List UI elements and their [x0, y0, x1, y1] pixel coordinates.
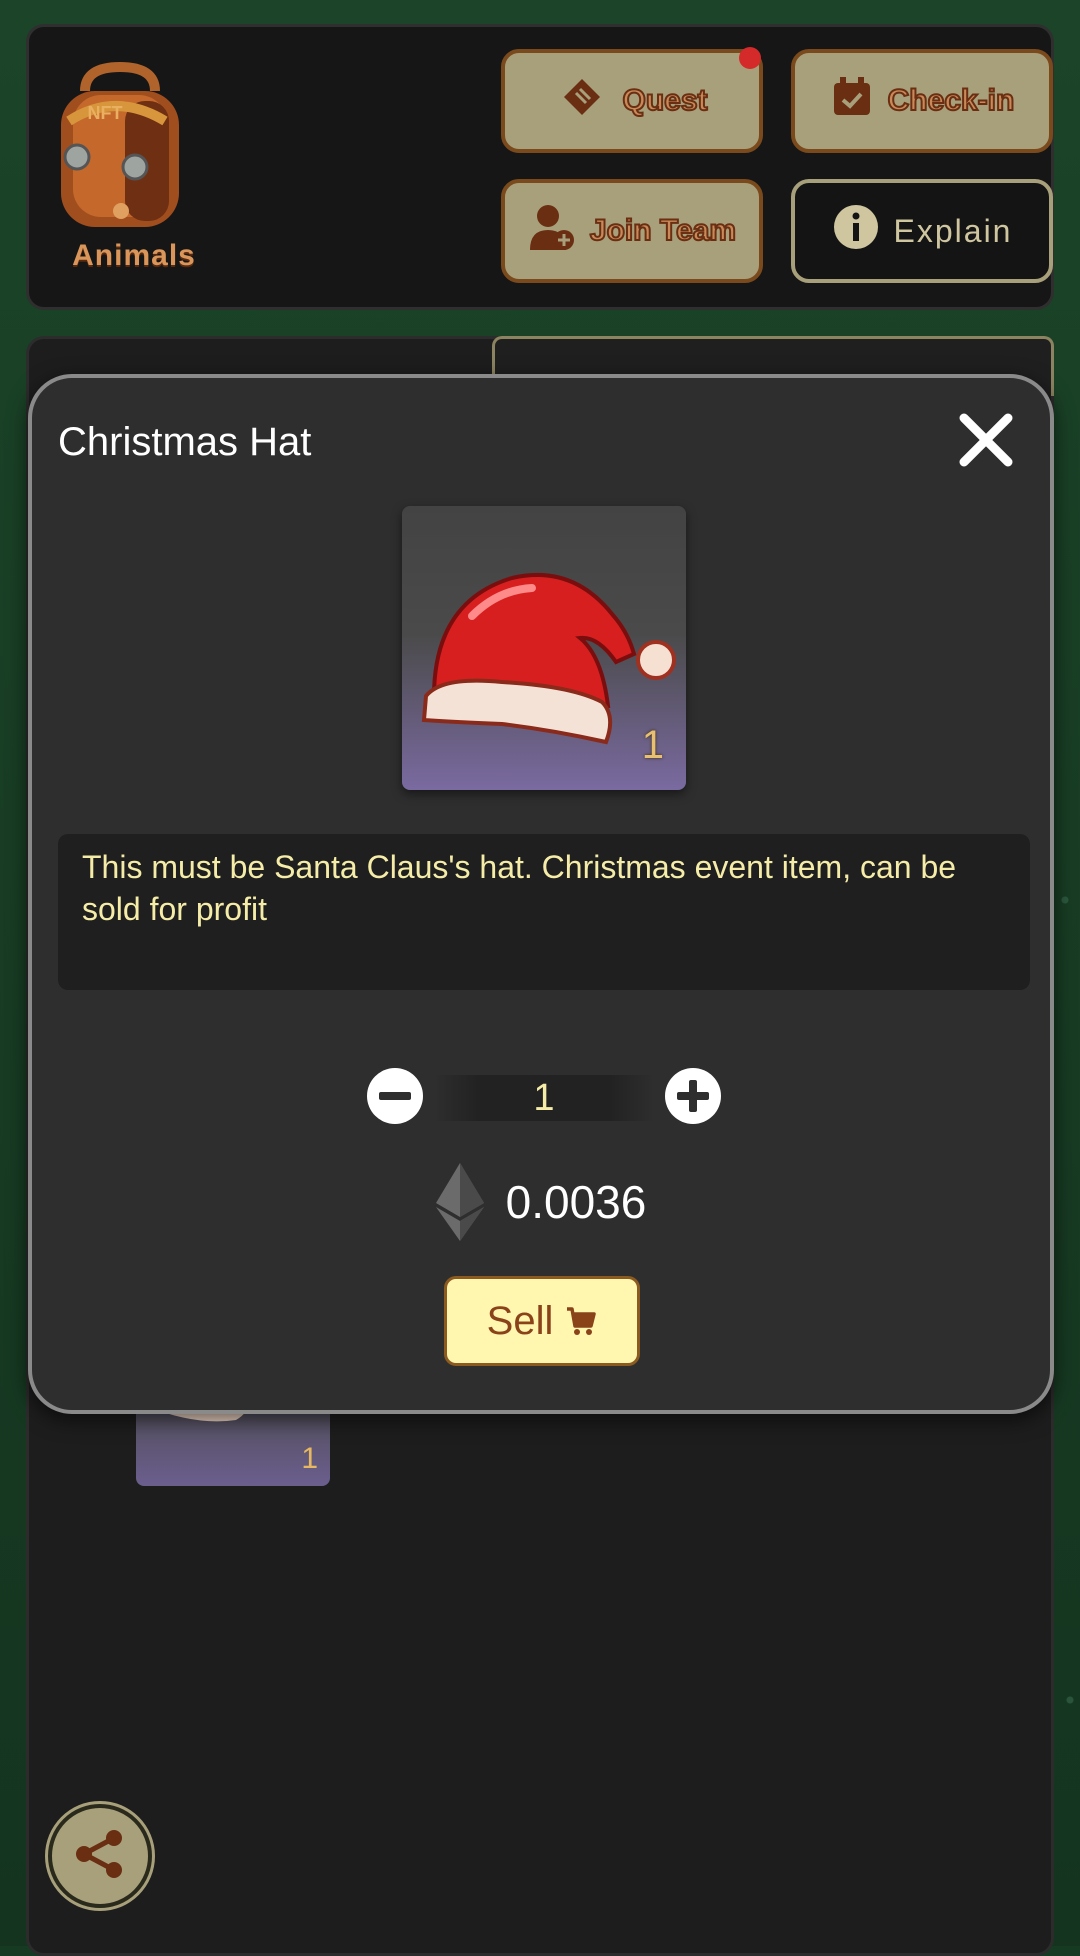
inventory-item-count: 1 [301, 1442, 318, 1475]
ticket-icon [556, 71, 608, 131]
ethereum-icon [435, 1163, 484, 1241]
top-header: NFT Animals Quest Check-in Join Team Exp… [26, 24, 1054, 310]
join-team-label: Join Team [589, 213, 737, 248]
modal-title: Christmas Hat [58, 420, 312, 464]
cart-icon [567, 1307, 597, 1335]
checkin-button[interactable]: Check-in [791, 49, 1053, 153]
add-user-icon [528, 202, 576, 260]
share-icon [72, 1826, 128, 1887]
calendar-check-icon [830, 75, 874, 127]
quantity-value[interactable]: 1 [434, 1075, 654, 1121]
notification-dot [739, 47, 761, 69]
join-team-button[interactable]: Join Team [501, 179, 763, 283]
explain-label: Explain [893, 212, 1013, 249]
increment-button[interactable] [664, 1067, 722, 1130]
quest-label: Quest [621, 83, 708, 118]
backpack-icon[interactable]: NFT [55, 61, 185, 231]
share-button[interactable] [48, 1804, 152, 1908]
price-row: 0.0036 [32, 1162, 1050, 1242]
minus-icon [367, 1067, 423, 1124]
close-icon [959, 413, 1013, 467]
item-image-tile: 1 [402, 506, 686, 790]
checkin-label: Check-in [887, 83, 1016, 118]
backpack-badge: NFT [88, 103, 123, 123]
decrement-button[interactable] [366, 1067, 424, 1130]
price-value: 0.0036 [505, 1176, 647, 1228]
plus-icon [665, 1067, 721, 1124]
item-count: 1 [641, 723, 664, 767]
item-description: This must be Santa Claus's hat. Christma… [58, 834, 1030, 990]
item-detail-modal: Christmas Hat 1 This must be Santa Claus… [28, 374, 1054, 1414]
close-button[interactable] [958, 412, 1014, 468]
quantity-stepper: 1 [366, 1067, 722, 1130]
animals-label: Animals [72, 239, 196, 272]
explain-button[interactable]: Explain [791, 179, 1053, 283]
sell-label: Sell [486, 1298, 554, 1343]
info-icon [832, 203, 880, 259]
quest-button[interactable]: Quest [501, 47, 763, 153]
sell-button[interactable]: Sell [444, 1276, 640, 1366]
